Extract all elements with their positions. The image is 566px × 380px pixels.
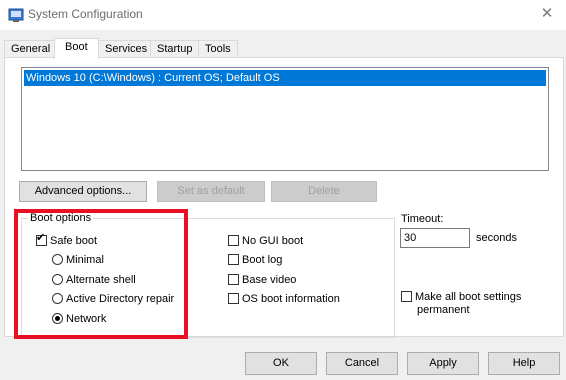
radio-active-directory-repair-button[interactable] bbox=[52, 293, 63, 304]
tab-boot[interactable]: Boot bbox=[54, 38, 99, 59]
checkmark-icon: ✔ bbox=[36, 232, 46, 244]
tab-startup[interactable]: Startup bbox=[150, 40, 200, 57]
radio-active-directory-repair-label: Active Directory repair bbox=[66, 293, 175, 305]
os-boot-information-check-box[interactable] bbox=[228, 293, 239, 304]
timeout-input[interactable]: 30 bbox=[400, 228, 470, 248]
os-boot-information-checkbox[interactable]: OS boot information bbox=[228, 293, 340, 306]
help-button[interactable]: Help bbox=[488, 352, 560, 375]
delete-button[interactable]: Delete bbox=[271, 181, 377, 202]
timeout-unit-label: seconds bbox=[476, 232, 517, 244]
no-gui-boot-label: No GUI boot bbox=[242, 235, 304, 247]
safe-boot-checkbox[interactable]: ✔ Safe boot bbox=[36, 232, 98, 248]
radio-alternate-shell[interactable]: Alternate shell bbox=[52, 274, 136, 287]
radio-alternate-shell-label: Alternate shell bbox=[66, 274, 136, 286]
safe-boot-label: Safe boot bbox=[50, 235, 98, 247]
tab-tools[interactable]: Tools bbox=[198, 40, 238, 57]
make-permanent-label: Make all boot settings bbox=[415, 291, 522, 303]
os-list-item[interactable]: Windows 10 (C:\Windows) : Current OS; De… bbox=[24, 70, 546, 86]
boot-options-label: Boot options bbox=[28, 212, 94, 224]
boot-tab-panel: Windows 10 (C:\Windows) : Current OS; De… bbox=[4, 57, 564, 338]
radio-minimal-label: Minimal bbox=[66, 254, 104, 266]
make-permanent-label-line2: permanent bbox=[417, 304, 470, 316]
no-gui-boot-check-box[interactable] bbox=[228, 235, 239, 246]
radio-network-button[interactable] bbox=[52, 313, 63, 324]
msconfig-icon bbox=[8, 8, 24, 22]
ok-button[interactable]: OK bbox=[245, 352, 317, 375]
make-permanent-check-box[interactable] bbox=[401, 291, 412, 302]
radio-network[interactable]: Network bbox=[52, 313, 106, 326]
timeout-label: Timeout: bbox=[401, 213, 444, 225]
radio-minimal-button[interactable] bbox=[52, 254, 63, 265]
tab-services[interactable]: Services bbox=[98, 40, 155, 57]
make-permanent-checkbox[interactable]: Make all boot settings bbox=[401, 291, 521, 304]
system-configuration-window: System Configuration ✕ General Boot Serv… bbox=[0, 0, 566, 380]
radio-alternate-shell-button[interactable] bbox=[52, 274, 63, 285]
title-bar: System Configuration ✕ bbox=[0, 0, 566, 30]
set-as-default-button[interactable]: Set as default bbox=[157, 181, 265, 202]
os-list[interactable]: Windows 10 (C:\Windows) : Current OS; De… bbox=[21, 67, 549, 171]
radio-active-directory-repair[interactable]: Active Directory repair bbox=[52, 293, 174, 306]
advanced-options-button[interactable]: Advanced options... bbox=[19, 181, 147, 202]
base-video-checkbox[interactable]: Base video bbox=[228, 274, 296, 287]
cancel-button[interactable]: Cancel bbox=[326, 352, 398, 375]
no-gui-boot-checkbox[interactable]: No GUI boot bbox=[228, 235, 303, 248]
radio-minimal[interactable]: Minimal bbox=[52, 254, 104, 267]
close-button[interactable]: ✕ bbox=[536, 4, 558, 24]
boot-log-label: Boot log bbox=[242, 254, 283, 266]
base-video-label: Base video bbox=[242, 274, 297, 286]
window-title: System Configuration bbox=[28, 7, 143, 21]
apply-button[interactable]: Apply bbox=[407, 352, 479, 375]
tab-general[interactable]: General bbox=[4, 40, 58, 57]
radio-network-label: Network bbox=[66, 313, 107, 325]
base-video-check-box[interactable] bbox=[228, 274, 239, 285]
safe-boot-check-box[interactable]: ✔ bbox=[36, 232, 47, 246]
boot-log-checkbox[interactable]: Boot log bbox=[228, 254, 282, 267]
os-boot-information-label: OS boot information bbox=[242, 293, 340, 305]
boot-log-check-box[interactable] bbox=[228, 254, 239, 265]
